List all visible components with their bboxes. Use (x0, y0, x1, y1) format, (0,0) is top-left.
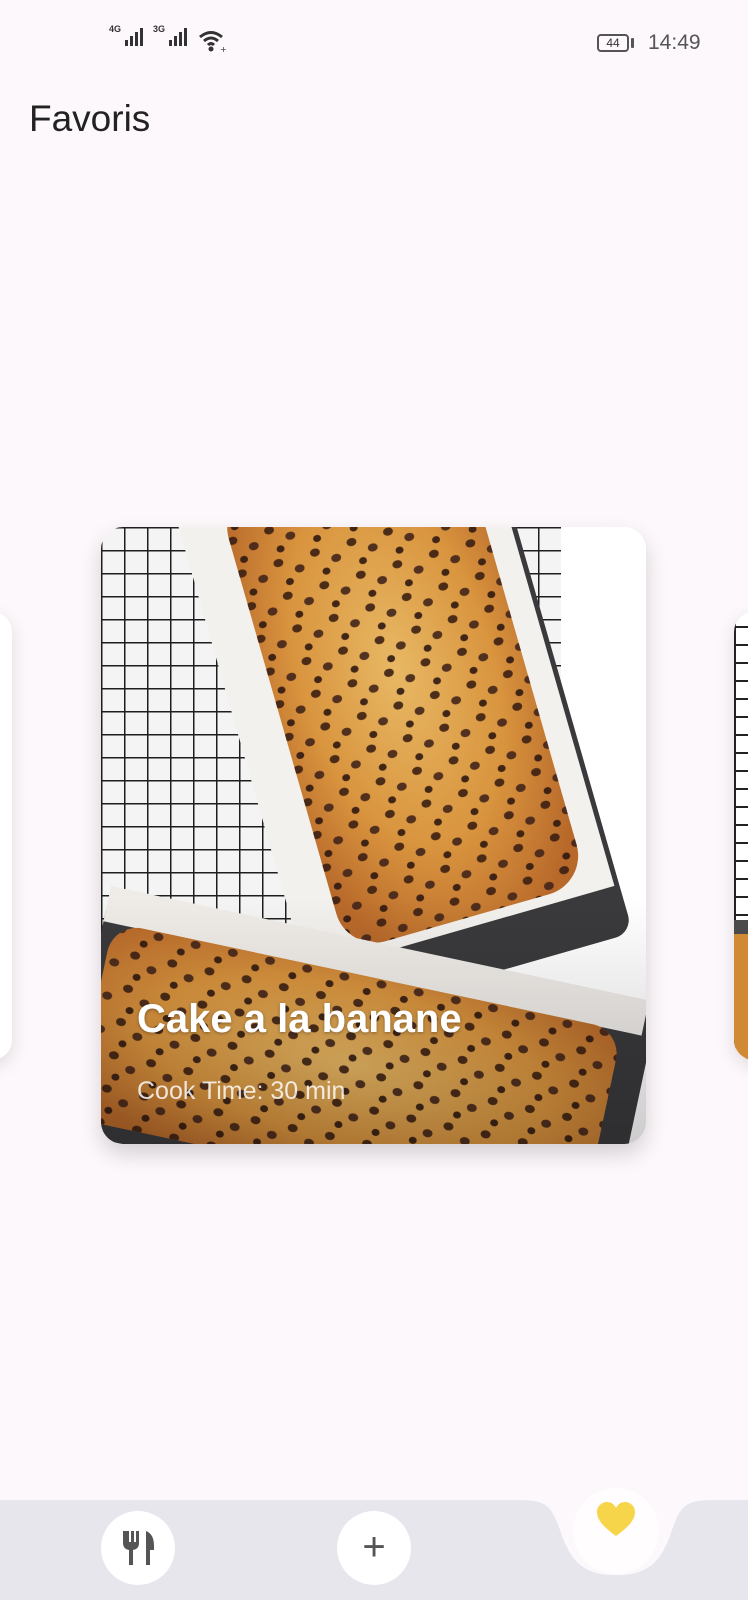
battery-icon: 44 (597, 34, 629, 52)
wifi-icon: + (199, 31, 227, 54)
previous-recipe-card[interactable] (0, 612, 12, 1060)
clock: 14:49 (648, 31, 701, 54)
recipe-name: Cake a la banane (137, 997, 462, 1041)
page-title: Favoris (29, 98, 151, 139)
battery-level: 44 (606, 36, 620, 50)
recipe-cook-time: Cook Time: 30 min (137, 1077, 346, 1105)
recipe-image (101, 527, 646, 1144)
status-bar: 4G 3G + 44 14:49 (0, 0, 748, 90)
nav-favorites-button[interactable] (573, 1488, 659, 1574)
nav-recipes-button[interactable] (101, 1511, 175, 1585)
heart-icon (597, 1502, 635, 1536)
svg-text:+: + (220, 45, 227, 54)
next-recipe-card[interactable] (734, 612, 748, 1060)
nav-add-button[interactable]: + (337, 1511, 411, 1585)
recipe-card[interactable]: Cake a la banane Cook Time: 30 min (101, 527, 646, 1144)
network-type-label: 3G (153, 24, 166, 34)
cell-signal-icon: 3G (153, 24, 188, 46)
plus-icon: + (362, 1524, 386, 1569)
fork-knife-icon (123, 1531, 154, 1565)
network-type-label: 4G (109, 24, 122, 34)
cell-signal-icon: 4G (109, 24, 144, 46)
